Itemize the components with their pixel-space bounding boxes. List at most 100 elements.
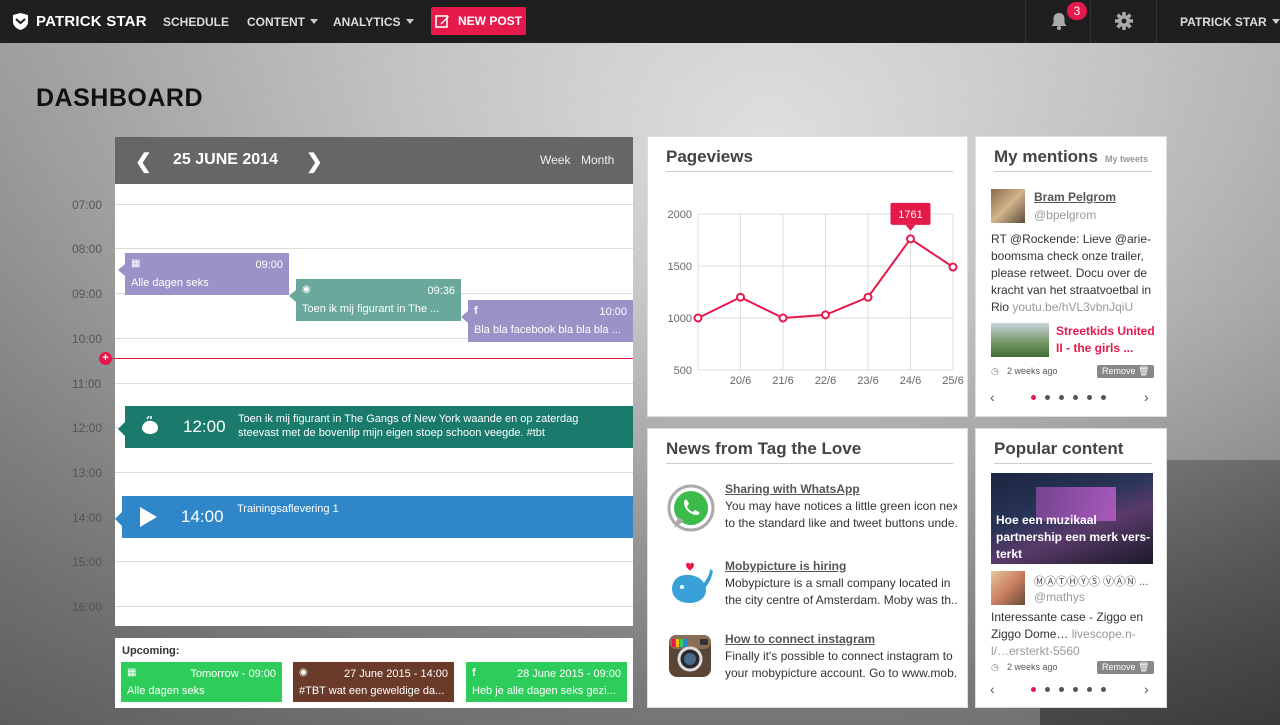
y-tick-label: 1500 bbox=[668, 261, 692, 273]
carousel-dot[interactable] bbox=[1045, 395, 1050, 400]
text-line: the city centre of Amsterdam. Moby was t… bbox=[725, 593, 957, 607]
divider bbox=[666, 463, 953, 464]
avatar[interactable] bbox=[991, 571, 1025, 605]
calendar-event-large[interactable]: 14:00 Trainingsaflevering 1 bbox=[115, 496, 633, 538]
carousel-dot[interactable] bbox=[1045, 687, 1050, 692]
view-month-button[interactable]: Month bbox=[581, 153, 614, 167]
calendar-grid[interactable] bbox=[115, 184, 633, 626]
text-line: Ziggo Dome… bbox=[991, 627, 1069, 641]
remove-button[interactable]: Remove 🗑 bbox=[1097, 365, 1155, 378]
news-item-text: Mobypicture is a small company located i… bbox=[725, 575, 957, 609]
news-item-title[interactable]: Sharing with WhatsApp bbox=[725, 482, 860, 496]
data-point[interactable] bbox=[948, 262, 958, 272]
data-point[interactable] bbox=[778, 313, 788, 323]
carousel-dot[interactable] bbox=[1101, 395, 1106, 400]
text-line: partnership een merk vers- bbox=[996, 530, 1151, 544]
carousel-dot[interactable] bbox=[1059, 395, 1064, 400]
content-link[interactable]: l/…ersterkt-5560 bbox=[991, 643, 1161, 660]
clock-icon: ◷ bbox=[991, 366, 999, 376]
carousel-dots[interactable] bbox=[1031, 687, 1106, 692]
brand[interactable]: PATRICK STAR bbox=[12, 0, 147, 43]
view-week-button[interactable]: Week bbox=[540, 153, 570, 167]
user-menu[interactable]: PATRICK STAR bbox=[1180, 0, 1280, 43]
content-author[interactable]: ⓂⒶⓉⒽⓎⓈ ⓋⒶⓃ ... bbox=[1034, 573, 1148, 589]
text-line: to the standard like and tweet buttons u… bbox=[725, 516, 957, 530]
nav-analytics-label: ANALYTICS bbox=[333, 14, 401, 29]
nav-schedule[interactable]: SCHEDULE bbox=[163, 0, 229, 43]
calendar-event[interactable]: ▦ 09:00 Alle dagen seks bbox=[118, 253, 289, 295]
new-post-button[interactable]: NEW POST bbox=[431, 7, 526, 35]
upcoming-item[interactable]: f 28 June 2015 - 09:00 Heb je alle dagen… bbox=[466, 662, 627, 702]
gear-icon[interactable] bbox=[1113, 10, 1135, 32]
calendar-event-large[interactable]: 12:00 Toen ik mij figurant in The Gangs … bbox=[118, 406, 633, 448]
carousel-dots[interactable] bbox=[1031, 395, 1106, 400]
carousel-dot[interactable] bbox=[1031, 687, 1036, 692]
chevron-down-icon bbox=[405, 19, 414, 24]
data-point[interactable] bbox=[693, 313, 703, 323]
hour-label: 12:00 bbox=[72, 421, 103, 435]
mention-handle: @bpelgrom bbox=[1034, 208, 1097, 222]
news-item-title[interactable]: Mobypicture is hiring bbox=[725, 559, 846, 573]
brand-name: PATRICK STAR bbox=[36, 13, 147, 30]
pageviews-chart[interactable]: 500 1000 1500 2000 20/6 21/6 22/6 23/6 24/6 25/6 1… bbox=[648, 187, 969, 397]
chevron-left-icon[interactable]: ❮ bbox=[135, 149, 152, 174]
hour-label: 11:00 bbox=[72, 377, 102, 391]
hour-label: 15:00 bbox=[72, 555, 103, 569]
chevron-right-icon[interactable]: ❯ bbox=[306, 149, 323, 174]
upcoming-item[interactable]: ◉ 27 June 2015 - 14:00 #TBT wat een gewe… bbox=[293, 662, 454, 702]
edit-icon bbox=[435, 14, 449, 28]
current-time-line bbox=[108, 358, 633, 359]
text-line: You may have notices a little green icon… bbox=[725, 499, 957, 513]
upcoming-title: Heb je alle dagen seks gezi... bbox=[472, 685, 616, 697]
calendar-header: ❮ 25 JUNE 2014 ❯ Week Month bbox=[115, 137, 633, 184]
text-line: Streetkids United bbox=[1056, 324, 1155, 338]
chevron-right-icon[interactable]: › bbox=[1144, 681, 1149, 697]
avatar[interactable] bbox=[991, 189, 1025, 223]
moby-icon bbox=[142, 415, 158, 434]
mention-link[interactable]: youtu.be/hVL3vbnJqiU bbox=[1012, 300, 1133, 314]
thumbnail-image[interactable] bbox=[991, 323, 1049, 357]
upcoming-item[interactable]: ▦ Tomorrow - 09:00 Alle dagen seks bbox=[121, 662, 282, 702]
carousel-dot[interactable] bbox=[1101, 687, 1106, 692]
my-tweets-tab[interactable]: My tweets bbox=[1105, 154, 1148, 164]
carousel-dot[interactable] bbox=[1073, 687, 1078, 692]
hour-line bbox=[115, 204, 633, 205]
card-title[interactable]: Streetkids United II - the girls ... bbox=[1056, 323, 1155, 357]
data-point[interactable] bbox=[736, 292, 745, 302]
chevron-right-icon[interactable]: › bbox=[1144, 389, 1149, 405]
text-line: RT @Rockende: Lieve @arie- bbox=[991, 232, 1151, 246]
text-line: kracht van het straatvoetbal in bbox=[991, 283, 1152, 297]
chevron-left-icon[interactable]: ‹ bbox=[990, 681, 995, 697]
news-item-title[interactable]: How to connect instagram bbox=[725, 632, 875, 646]
content-link[interactable]: livescope.n- bbox=[1072, 627, 1136, 641]
calendar-event[interactable]: ◉ 09:36 Toen ik mij figurant in The ... bbox=[289, 279, 461, 321]
hour-line bbox=[115, 472, 633, 473]
notification-badge[interactable]: 3 bbox=[1065, 0, 1089, 22]
calendar-event[interactable]: f 10:00 Bla bla facebook bla bla bla ... bbox=[461, 300, 633, 342]
popular-content-panel: Popular content Hoe een muzikaal partner… bbox=[975, 428, 1167, 708]
data-point[interactable] bbox=[863, 292, 873, 302]
nav-content[interactable]: CONTENT bbox=[247, 0, 318, 43]
y-tick-label: 1000 bbox=[668, 313, 692, 325]
carousel-dot[interactable] bbox=[1073, 395, 1078, 400]
carousel-dot[interactable] bbox=[1059, 687, 1064, 692]
carousel-dot[interactable] bbox=[1031, 395, 1036, 400]
event-title: Trainingsaflevering 1 bbox=[237, 503, 339, 515]
event-time: 12:00 bbox=[183, 417, 226, 436]
divider bbox=[1156, 0, 1157, 43]
upcoming-time: Tomorrow - 09:00 bbox=[190, 668, 276, 680]
carousel-dot[interactable] bbox=[1087, 395, 1092, 400]
chevron-left-icon[interactable]: ‹ bbox=[990, 389, 995, 405]
remove-button[interactable]: Remove 🗑 bbox=[1097, 661, 1155, 674]
data-point[interactable] bbox=[821, 310, 830, 320]
event-title: Alle dagen seks bbox=[131, 277, 209, 289]
add-event-icon[interactable]: + bbox=[99, 352, 112, 365]
data-point[interactable] bbox=[906, 234, 915, 244]
text-line: Rio bbox=[991, 300, 1010, 314]
mention-author[interactable]: Bram Pelgrom bbox=[1034, 190, 1116, 204]
carousel-dot[interactable] bbox=[1087, 687, 1092, 692]
nav-analytics[interactable]: ANALYTICS bbox=[333, 0, 414, 43]
mentions-panel: My mentions My tweets Bram Pelgrom @bpel… bbox=[975, 136, 1167, 417]
content-image[interactable]: Hoe een muzikaal partnership een merk ve… bbox=[991, 473, 1153, 564]
whatsapp-icon bbox=[667, 484, 715, 532]
